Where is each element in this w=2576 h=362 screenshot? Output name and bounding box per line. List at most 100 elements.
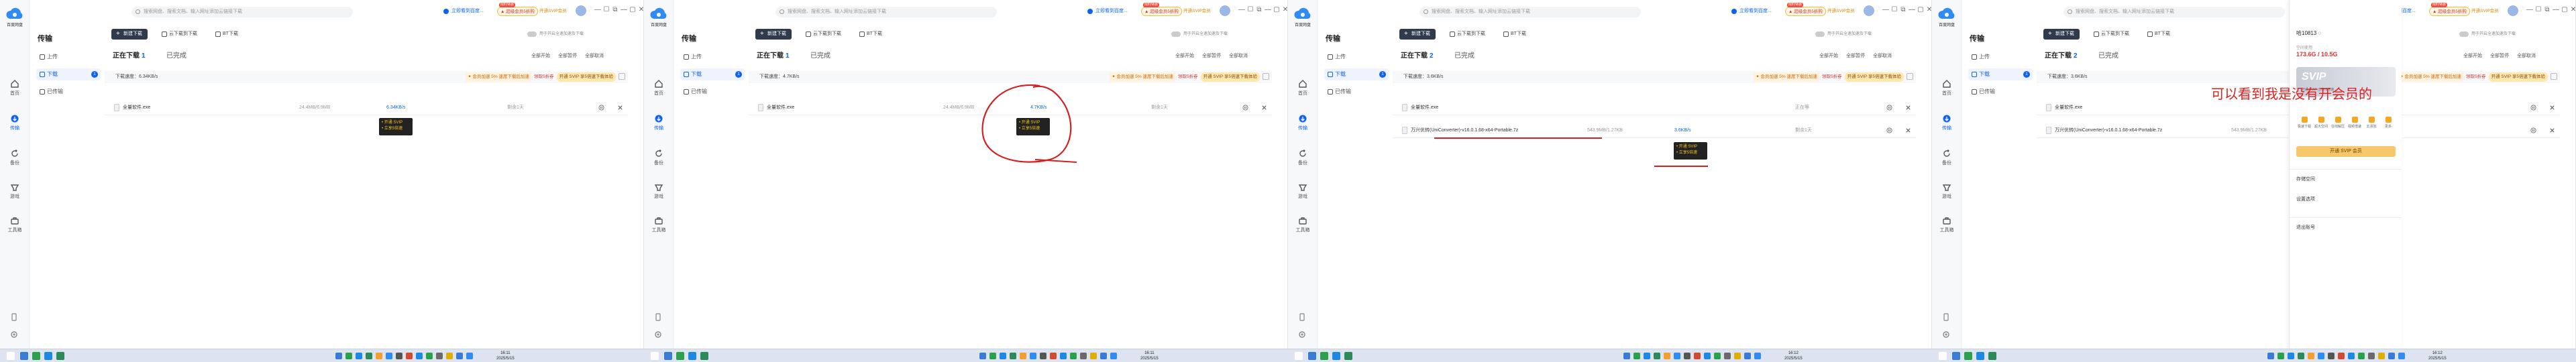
pinned-app-icon[interactable] xyxy=(664,352,672,360)
taskbar-app-icon[interactable] xyxy=(1654,353,1660,359)
taskbar-app-icon[interactable] xyxy=(356,353,362,359)
sidebar-item-1[interactable]: 下载 1 xyxy=(1324,68,1389,80)
table-row[interactable]: 全量软件.exe 24.4MB/6.9MB 6.34KB/s 剩余1天 xyxy=(105,101,628,115)
pinned-app-icon[interactable] xyxy=(56,352,64,360)
taskbar-app-icon[interactable] xyxy=(2388,353,2395,359)
tab-downloading[interactable]: 正在下载 1 xyxy=(757,50,790,60)
close-icon[interactable] xyxy=(2549,127,2555,133)
promo-coupon[interactable]: 领取5折券 xyxy=(1822,72,1842,82)
taskbar-app-icon[interactable] xyxy=(396,353,402,359)
minimize-icon[interactable]: ☐ xyxy=(1890,6,1899,13)
search-input[interactable]: 搜索网盘、搜索文档、输入网址添加云链接下载 xyxy=(2063,7,2285,17)
taskbar-app-icon[interactable] xyxy=(1644,353,1650,359)
cloud-download-button[interactable]: 云下载到下载 xyxy=(161,29,197,40)
maximize-button[interactable]: ▢ xyxy=(1916,6,1925,13)
search-icon[interactable] xyxy=(1939,352,1947,360)
taskbar-app-icon[interactable] xyxy=(426,353,433,359)
new-download-button[interactable]: + 新建下载 xyxy=(2043,29,2080,40)
bt-download-button[interactable]: BT下载 xyxy=(215,29,238,40)
table-row[interactable]: 全量软件.exe 正在等 xyxy=(1393,101,1916,115)
maximize-button[interactable]: ▢ xyxy=(628,6,637,13)
close-icon[interactable] xyxy=(619,73,625,80)
taskbar-app-icon[interactable] xyxy=(335,353,342,359)
taskbar-app-icon[interactable] xyxy=(386,353,392,359)
bt-download-button[interactable]: BT下载 xyxy=(2147,29,2170,40)
pinned-app-icon[interactable] xyxy=(1308,352,1316,360)
taskbar-app-icon[interactable] xyxy=(1734,353,1741,359)
search-input[interactable]: 搜索网盘、搜索文档、输入网址添加云链接下载 xyxy=(1419,7,1641,17)
minimize-icon[interactable]: ☐ xyxy=(602,6,611,13)
sidebar-item-1[interactable]: 下载 1 xyxy=(36,68,101,80)
tab-downloading[interactable]: 正在下载 2 xyxy=(1401,50,1434,60)
promo-svip[interactable]: 开通 SVIP 享5倍速下载体验 xyxy=(1844,72,1904,82)
taskbar-app-icon[interactable] xyxy=(2348,353,2355,359)
maximize-button[interactable]: ▢ xyxy=(1272,6,1281,13)
new-download-button[interactable]: + 新建下载 xyxy=(111,29,148,40)
clock[interactable]: 16:11 2025/5/15 xyxy=(496,351,515,361)
rail-item-0[interactable]: 首页 xyxy=(644,79,674,97)
clock[interactable]: 16:12 2025/5/15 xyxy=(2428,351,2447,361)
rail-item-3[interactable]: 游戏 xyxy=(1932,182,1962,200)
pinned-app-icon[interactable] xyxy=(32,352,40,360)
table-row[interactable]: 万兴优转(UniConverter)-v16.0.1.68-x64-Portab… xyxy=(1393,123,1916,138)
bulk-action-1[interactable]: 全部暂停 xyxy=(1202,54,1221,58)
tab-completed[interactable]: 已完成 xyxy=(810,50,830,60)
bulk-action-0[interactable]: 全部开始 xyxy=(2463,54,2482,58)
clock[interactable]: 16:12 2025/5/15 xyxy=(1784,351,1803,361)
taskbar-app-icon[interactable] xyxy=(1020,353,1026,359)
taskbar-app-icon[interactable] xyxy=(2318,353,2324,359)
sidebar-item-0[interactable]: 上传 xyxy=(680,51,745,63)
pinned-app-icon[interactable] xyxy=(1976,352,1984,360)
sidebar-item-2[interactable]: 已传输 xyxy=(1324,86,1389,98)
bulk-action-2[interactable]: 全部取消 xyxy=(1229,54,1248,58)
taskbar-app-icon[interactable] xyxy=(456,353,463,359)
vip-promo-button[interactable]: 限时特惠 ▲ 超级会员5折购 xyxy=(2429,3,2470,16)
promo-svip[interactable]: 开通 SVIP 享5倍速下载体验 xyxy=(2488,72,2548,82)
taskbar-app-icon[interactable] xyxy=(466,353,473,359)
rail-item-1[interactable]: 传输 xyxy=(1288,114,1318,131)
close-icon[interactable] xyxy=(617,105,623,111)
bulk-action-1[interactable]: 全部暂停 xyxy=(2490,54,2509,58)
open-svip-button[interactable]: 开通 SVIP 会员 xyxy=(2296,146,2396,157)
pinned-app-icon[interactable] xyxy=(700,352,708,360)
tab-completed[interactable]: 已完成 xyxy=(166,50,186,60)
promo-svip[interactable]: 开通 SVIP 享5倍速下载体验 xyxy=(1200,72,1260,82)
menu-icon[interactable]: — xyxy=(1881,6,1890,13)
phone-icon[interactable] xyxy=(1297,312,1307,322)
close-icon[interactable] xyxy=(2549,105,2555,111)
bulk-action-1[interactable]: 全部暂停 xyxy=(558,54,577,58)
taskbar-app-icon[interactable] xyxy=(1070,353,1077,359)
tab-downloading[interactable]: 正在下载 1 xyxy=(113,50,146,60)
search-icon[interactable] xyxy=(651,352,659,360)
settings-gear-icon[interactable] xyxy=(653,330,663,339)
promo-coupon[interactable]: 领取5折券 xyxy=(2466,72,2486,82)
rail-item-2[interactable]: 备份 xyxy=(644,149,674,166)
minimize-button[interactable]: — xyxy=(1907,6,1917,13)
sidebar-item-0[interactable]: 上传 xyxy=(1968,51,2033,63)
search-icon[interactable] xyxy=(1295,352,1303,360)
taskbar-app-icon[interactable] xyxy=(446,353,453,359)
bulk-action-0[interactable]: 全部开始 xyxy=(531,54,550,58)
taskbar-app-icon[interactable] xyxy=(1040,353,1046,359)
tab-downloading[interactable]: 正在下载 2 xyxy=(2045,50,2078,60)
avatar[interactable] xyxy=(2508,5,2518,16)
search-icon[interactable] xyxy=(7,352,15,360)
vip-promo-button[interactable]: 限时特惠 ▲ 超级会员5折购 xyxy=(1785,3,1826,16)
taskbar-app-icon[interactable] xyxy=(989,353,996,359)
rail-item-2[interactable]: 备份 xyxy=(0,149,30,166)
settings-gear-icon[interactable] xyxy=(1297,330,1307,339)
pause-icon[interactable] xyxy=(2530,127,2536,133)
rail-item-4[interactable]: 工具箱 xyxy=(1932,216,1962,233)
bulk-action-0[interactable]: 全部开始 xyxy=(1175,54,1194,58)
menu-icon[interactable]: — xyxy=(593,6,602,13)
close-button[interactable]: ✕ xyxy=(1281,6,1287,13)
pause-icon[interactable] xyxy=(598,105,604,111)
taskbar-app-icon[interactable] xyxy=(1714,353,1721,359)
promo-svip[interactable]: 开通 SVIP 享5倍速下载体验 xyxy=(556,72,616,82)
taskbar-app-icon[interactable] xyxy=(2288,353,2294,359)
bt-download-button[interactable]: BT下载 xyxy=(859,29,882,40)
taskbar-app-icon[interactable] xyxy=(436,353,443,359)
pause-icon[interactable] xyxy=(1886,127,1892,133)
rail-item-2[interactable]: 备份 xyxy=(1288,149,1318,166)
tab-completed[interactable]: 已完成 xyxy=(1454,50,1474,60)
